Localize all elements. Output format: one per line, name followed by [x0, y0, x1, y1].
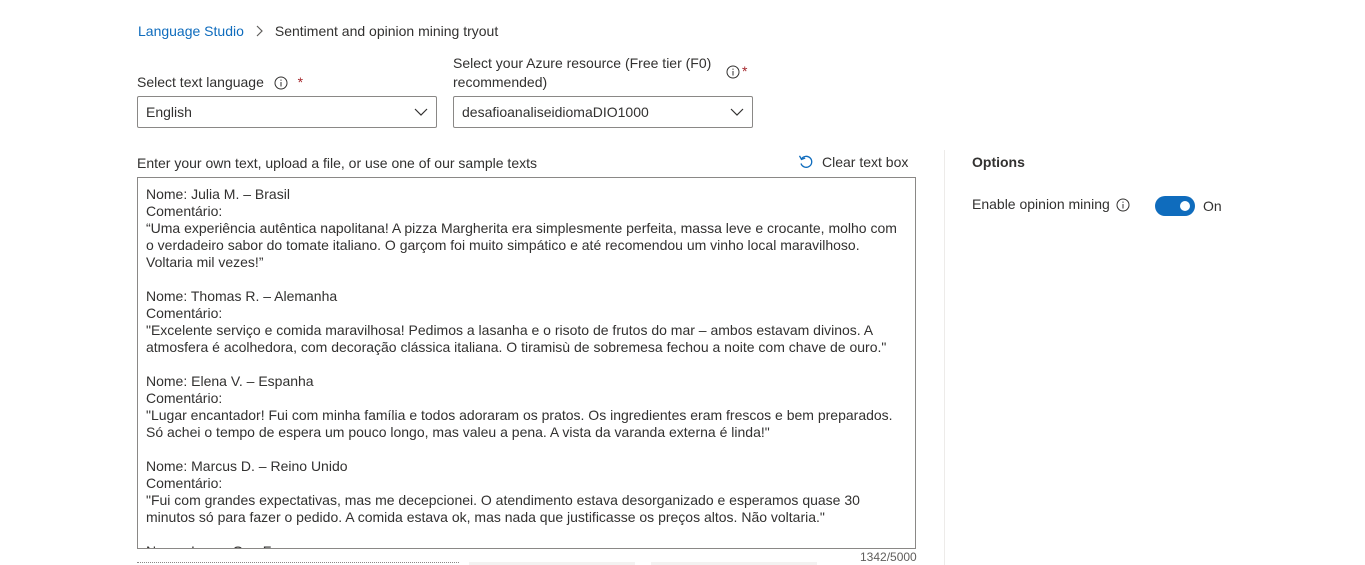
- language-dropdown[interactable]: English: [137, 96, 437, 128]
- clear-text-label: Clear text box: [822, 154, 909, 170]
- opinion-mining-label-row: Enable opinion mining: [972, 195, 1130, 214]
- resource-dropdown-value: desafioanaliseidiomaDIO1000: [462, 104, 649, 120]
- chevron-right-icon: [255, 25, 263, 37]
- opinion-mining-label: Enable opinion mining: [972, 196, 1110, 212]
- required-mark: *: [742, 63, 748, 79]
- opinion-mining-toggle[interactable]: [1155, 196, 1195, 216]
- resource-label-row: Select your Azure resource (Free tier (F…: [453, 54, 753, 92]
- info-icon[interactable]: [1116, 198, 1130, 212]
- divider: [137, 562, 459, 563]
- breadcrumb-language-studio-link[interactable]: Language Studio: [138, 23, 244, 39]
- toggle-knob: [1180, 201, 1190, 211]
- clear-text-button[interactable]: Clear text box: [798, 154, 908, 170]
- input-instructions: Enter your own text, upload a file, or u…: [137, 155, 537, 171]
- toggle-state-label: On: [1203, 198, 1222, 214]
- chevron-down-icon: [730, 108, 744, 116]
- panel-divider: [944, 150, 945, 565]
- resource-label-line2: recommended): [453, 74, 548, 90]
- breadcrumb-current: Sentiment and opinion mining tryout: [274, 23, 499, 39]
- breadcrumb: Language Studio Sentiment and opinion mi…: [138, 21, 498, 41]
- chevron-down-icon: [414, 108, 428, 116]
- info-icon[interactable]: [726, 65, 740, 82]
- required-mark: *: [297, 74, 304, 90]
- char-counter: 1342/5000: [860, 550, 917, 564]
- info-icon[interactable]: [274, 76, 288, 90]
- language-dropdown-value: English: [146, 104, 192, 120]
- options-title: Options: [972, 154, 1025, 170]
- text-input-area[interactable]: Nome: Julia M. – Brasil Comentário: “Uma…: [137, 177, 916, 549]
- undo-icon: [798, 154, 814, 170]
- language-label: Select text language: [137, 74, 264, 90]
- language-label-row: Select text language *: [137, 73, 303, 92]
- resource-label-line1: Select your Azure resource (Free tier (F…: [453, 55, 712, 71]
- resource-dropdown[interactable]: desafioanaliseidiomaDIO1000: [453, 96, 753, 128]
